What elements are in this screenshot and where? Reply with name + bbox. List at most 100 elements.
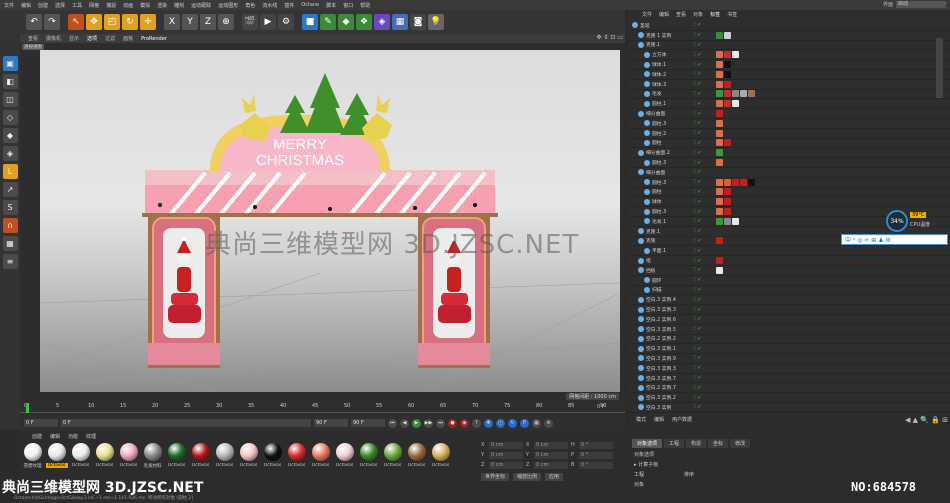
object-menu-item[interactable]: 对象 — [693, 11, 703, 18]
go-end-icon[interactable]: ⏭ — [436, 418, 445, 428]
material-tag-icon[interactable] — [716, 61, 723, 69]
material-tag-icon[interactable] — [716, 159, 723, 167]
move-tool-icon[interactable]: ✥ — [86, 14, 102, 30]
material-tag-icon[interactable] — [748, 178, 755, 186]
object-row[interactable]: 空白.3 实例.5 ⁝ ✓ — [628, 325, 950, 335]
material-tag-icon[interactable] — [724, 198, 731, 206]
object-row[interactable]: 圆柱.2 ⁝ ✓ — [628, 129, 950, 139]
material-tag-icon[interactable] — [724, 139, 731, 147]
material-swatch[interactable]: OctGlos — [406, 443, 427, 469]
object-row[interactable]: 组 ⁝ ✓ — [628, 256, 950, 266]
visibility-check-icon[interactable]: ⁝ ✓ — [694, 365, 701, 371]
visibility-check-icon[interactable]: ⁝ ✓ — [694, 169, 701, 175]
material-tag-icon[interactable] — [724, 31, 731, 39]
material-swatch[interactable]: 毛发材料 — [142, 443, 163, 469]
menu-item[interactable]: 模拟 — [140, 2, 150, 9]
attribute-tab[interactable]: 对象选项 — [632, 439, 663, 448]
visibility-check-icon[interactable]: ⁝ ✓ — [694, 316, 701, 322]
attribute-tab[interactable]: 构造 — [686, 439, 707, 448]
menu-item[interactable]: 选择 — [55, 2, 65, 9]
attribute-tab[interactable]: 修改 — [730, 439, 751, 448]
object-row[interactable]: 空白.3 实例.3 ⁝ ✓ — [628, 364, 950, 374]
material-swatch[interactable]: OctGlos — [286, 443, 307, 469]
object-row[interactable]: 细分曲面 ⁝ ✓ — [628, 109, 950, 119]
visibility-check-icon[interactable]: ⁝ ✓ — [694, 52, 701, 58]
material-tag-icon[interactable] — [724, 208, 731, 216]
redo-icon[interactable]: ↷ — [44, 14, 60, 30]
light-icon[interactable]: 💡 — [428, 14, 444, 30]
material-swatch[interactable]: OctGlos — [262, 443, 283, 469]
material-swatch[interactable]: OctGlos — [70, 443, 91, 469]
material-tag-icon[interactable] — [724, 188, 731, 196]
menu-item[interactable]: 运动图形 — [218, 2, 238, 9]
material-tag-icon[interactable] — [716, 139, 723, 147]
camera-icon[interactable]: ◙ — [410, 14, 426, 30]
visibility-check-icon[interactable]: ⁝ ✓ — [694, 71, 701, 77]
material-tag-icon[interactable] — [748, 90, 755, 98]
coord-value-field[interactable]: 0 ° — [579, 442, 613, 449]
object-row[interactable]: 圆环 ⁝ ✓ — [628, 276, 950, 286]
material-tag-icon[interactable] — [716, 257, 723, 265]
ime-toolbar[interactable]: 中 ⁿ ◎ ✂ ⊞ ♟ ⚙ — [841, 234, 948, 245]
material-tag-icon[interactable] — [740, 178, 747, 186]
render-picture-viewer-icon[interactable]: ▶ — [260, 14, 276, 30]
object-row[interactable]: 毛发 ⁝ ✓ — [628, 90, 950, 100]
keyframe-icon[interactable]: ? — [472, 418, 481, 428]
record-icon[interactable]: ● — [448, 418, 457, 428]
viewport-nav-icons[interactable]: ✥ ⇕ ⊡ ▭ — [597, 34, 623, 41]
axis-mode-icon[interactable]: ↗ — [2, 182, 18, 197]
visibility-check-icon[interactable]: ⁝ ✓ — [694, 395, 701, 401]
key-position-icon[interactable]: ✥ — [484, 418, 493, 428]
compute-children-toggle[interactable]: ▸ 计算子级 — [634, 461, 944, 468]
visibility-check-icon[interactable]: ⁝ ✓ — [694, 140, 701, 146]
vp-menu-view[interactable]: 查看 — [28, 35, 38, 42]
visibility-check-icon[interactable]: ⁝ ✓ — [694, 336, 701, 342]
visibility-check-icon[interactable]: ⁝ ✓ — [694, 248, 701, 254]
material-tag-icon[interactable] — [716, 90, 723, 98]
material-tag-icon[interactable] — [724, 90, 731, 98]
menu-item[interactable]: 网格 — [89, 2, 99, 9]
x-axis-icon[interactable]: X — [164, 14, 180, 30]
object-row[interactable]: 空白.2 实例.2 ⁝ ✓ — [628, 335, 950, 345]
visibility-check-icon[interactable]: ⁝ ✓ — [694, 326, 701, 332]
edges-mode-icon[interactable]: ◆ — [2, 128, 18, 143]
object-scrollbar[interactable] — [936, 38, 943, 98]
playhead[interactable] — [26, 403, 29, 413]
snap-icon[interactable]: L — [2, 164, 18, 179]
object-row[interactable]: 空白.3 实例.3 ⁝ ✓ — [628, 305, 950, 315]
visibility-check-icon[interactable]: ⁝ ✓ — [694, 199, 701, 205]
material-swatch[interactable]: OctGlos — [382, 443, 403, 469]
menu-item[interactable]: 帮助 — [360, 2, 370, 9]
visibility-check-icon[interactable]: ⁝ ✓ — [694, 62, 701, 68]
coord-value-field[interactable]: 0 cm — [534, 452, 568, 459]
visibility-check-icon[interactable]: ⁝ ✓ — [694, 81, 701, 87]
attribute-menu-item[interactable]: 用户数据 — [672, 416, 692, 423]
object-row[interactable]: 圣诞 ⁝ ✓ — [628, 21, 950, 31]
material-tag-icon[interactable] — [716, 198, 723, 206]
coord-mode-dropdown[interactable]: 世界坐标 — [481, 473, 510, 481]
object-row[interactable]: 圆柱.3 ⁝ ✓ — [628, 119, 950, 129]
material-tag-icon[interactable] — [716, 119, 723, 127]
visibility-check-icon[interactable]: ⁝ ✓ — [694, 150, 701, 156]
material-tag-icon[interactable] — [716, 31, 723, 39]
attribute-menu-item[interactable]: 模式 — [636, 416, 646, 423]
material-tag-icon[interactable] — [732, 100, 739, 108]
visibility-check-icon[interactable]: ⁝ ✓ — [694, 209, 701, 215]
visibility-check-icon[interactable]: ⁝ ✓ — [694, 91, 701, 97]
object-menu-item[interactable]: 书签 — [727, 11, 737, 18]
material-tag-icon[interactable] — [724, 217, 731, 225]
attribute-tab[interactable]: 工程 — [664, 439, 685, 448]
visibility-check-icon[interactable]: ⁝ ✓ — [694, 297, 701, 303]
rotate-tool-icon[interactable]: ↻ — [122, 14, 138, 30]
object-row[interactable]: 空白.3 实例.1 ⁝ ✓ — [628, 344, 950, 355]
material-swatch[interactable]: OctGlos — [238, 443, 259, 469]
object-menu-item[interactable]: 查看 — [676, 11, 686, 18]
coord-value-field[interactable]: 0 cm — [489, 462, 523, 469]
menu-item[interactable]: 流水线 — [262, 2, 277, 9]
material-menu-item[interactable]: 功能 — [68, 433, 78, 440]
object-row[interactable]: 球体 ⁝ ✓ — [628, 197, 950, 208]
menu-item[interactable]: 运动跟踪 — [191, 2, 211, 9]
key-grid-icon[interactable]: ▦ — [532, 418, 541, 428]
object-menu-item[interactable]: 标签 — [710, 11, 720, 18]
grid-icon[interactable]: ▦ — [2, 236, 18, 251]
